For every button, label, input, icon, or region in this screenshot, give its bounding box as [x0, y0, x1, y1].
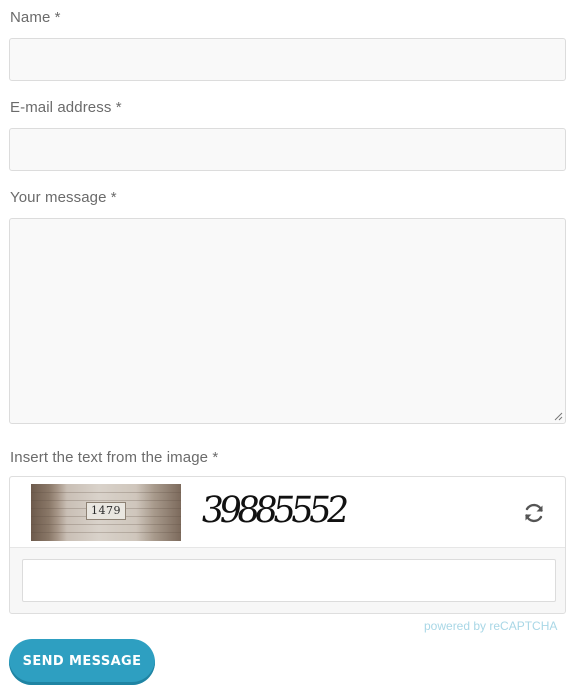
captcha-label: Insert the text from the image *: [10, 449, 219, 466]
name-label: Name *: [10, 9, 61, 26]
captcha-house-number: 1479: [86, 502, 126, 520]
captcha-challenge: 1479 39885552: [10, 477, 565, 548]
resize-grip-icon[interactable]: [553, 411, 563, 421]
captcha-word-image: 39885552: [191, 484, 351, 544]
captcha-response-input[interactable]: [22, 559, 556, 602]
message-label: Your message *: [10, 189, 117, 206]
email-label: E-mail address *: [10, 99, 122, 116]
send-message-button[interactable]: SEND MESSAGE: [9, 639, 155, 685]
refresh-icon[interactable]: [521, 500, 547, 526]
captcha-word: 39885552: [198, 490, 348, 531]
powered-by-recaptcha-link[interactable]: powered by reCAPTCHA: [424, 619, 557, 634]
name-field[interactable]: [9, 38, 566, 81]
email-field[interactable]: [9, 128, 566, 171]
recaptcha-widget: 1479 39885552: [9, 476, 566, 614]
message-textarea[interactable]: [9, 218, 566, 424]
captcha-house-number-image: 1479: [31, 484, 181, 541]
